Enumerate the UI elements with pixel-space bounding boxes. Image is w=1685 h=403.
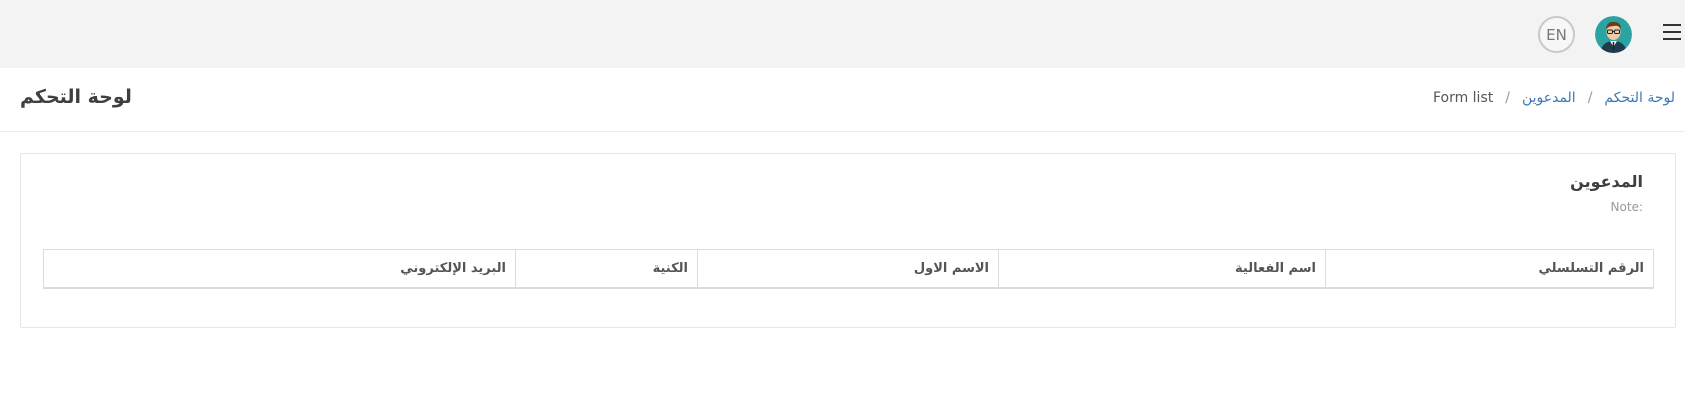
user-avatar[interactable] bbox=[1595, 16, 1632, 53]
breadcrumb-separator: / bbox=[1587, 90, 1593, 106]
invitees-card: المدعوين Note: الرقم التسلسلي اسم الفعال… bbox=[20, 153, 1676, 328]
column-header-last-name[interactable]: الكنية bbox=[515, 249, 698, 289]
card-title: المدعوين bbox=[1570, 172, 1643, 191]
breadcrumb-invitees-link[interactable]: المدعوين bbox=[1522, 90, 1576, 106]
column-header-event-name[interactable]: اسم الفعالية bbox=[998, 249, 1326, 289]
breadcrumb-separator: / bbox=[1505, 90, 1510, 106]
card-note: Note: bbox=[1610, 200, 1643, 214]
user-avatar-icon bbox=[1595, 16, 1632, 53]
page-title: لوحة التحكم bbox=[20, 86, 132, 108]
menu-toggle-button[interactable] bbox=[1663, 24, 1683, 46]
column-header-serial[interactable]: الرقم التسلسلي bbox=[1325, 249, 1654, 289]
top-navbar: EN bbox=[0, 0, 1685, 68]
invitees-table: الرقم التسلسلي اسم الفعالية الاسم الاول … bbox=[43, 249, 1654, 289]
breadcrumb: لوحة التحكم / المدعوين / Form list bbox=[1433, 90, 1675, 106]
breadcrumb-home-link[interactable]: لوحة التحكم bbox=[1604, 90, 1675, 106]
breadcrumb-current: Form list bbox=[1432, 90, 1494, 106]
table-header-row: الرقم التسلسلي اسم الفعالية الاسم الاول … bbox=[43, 249, 1654, 289]
page-header: لوحة التحكم / المدعوين / Form list لوحة … bbox=[0, 68, 1685, 132]
column-header-email[interactable]: البريد الإلكتروني bbox=[43, 249, 516, 289]
hamburger-icon bbox=[1663, 24, 1683, 40]
column-header-first-name[interactable]: الاسم الاول bbox=[697, 249, 999, 289]
language-switch-button[interactable]: EN bbox=[1538, 16, 1575, 53]
